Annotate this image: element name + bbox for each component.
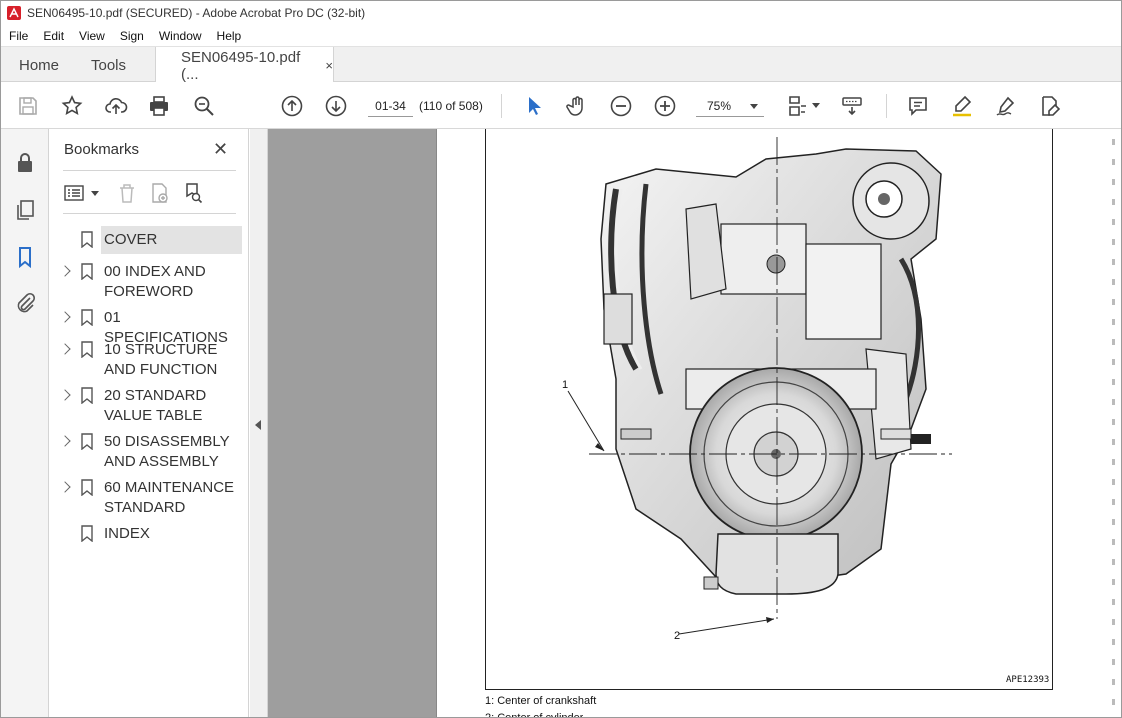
page-down-icon[interactable] xyxy=(323,93,349,119)
zoom-search-icon[interactable] xyxy=(191,93,217,119)
page-up-icon[interactable] xyxy=(279,93,305,119)
comment-icon[interactable] xyxy=(905,93,931,119)
tab-document[interactable]: SEN06495-10.pdf (... × xyxy=(155,47,334,84)
menu-help[interactable]: Help xyxy=(209,29,249,43)
hand-icon[interactable] xyxy=(564,93,590,119)
find-bookmark-icon[interactable] xyxy=(181,181,205,205)
menu-view[interactable]: View xyxy=(71,29,112,43)
bookmarks-panel: Bookmarks ✕ COVER 00 INDEX AND FOREWORD … xyxy=(49,129,249,717)
keyboard-scroll-icon[interactable] xyxy=(839,93,865,119)
menu-sign[interactable]: Sign xyxy=(112,29,151,43)
toolbar: 01-34 (110 of 508) 75% xyxy=(1,82,1121,129)
bookmark-options-icon[interactable] xyxy=(63,181,87,205)
figure-code: APE12393 xyxy=(1006,675,1050,685)
tab-home[interactable]: Home xyxy=(19,47,59,83)
chevron-down-icon xyxy=(750,104,758,109)
divider xyxy=(63,213,236,214)
bookmark-label: 10 STRUCTURE AND FUNCTION xyxy=(104,341,218,378)
zoom-out-icon[interactable] xyxy=(608,93,634,119)
bookmark-label: 50 DISASSEMBLY AND ASSEMBLY xyxy=(104,433,230,470)
tab-tools[interactable]: Tools xyxy=(91,47,126,83)
panel-splitter[interactable] xyxy=(250,129,268,717)
toolbar-separator xyxy=(886,94,887,118)
pages-icon[interactable] xyxy=(13,198,37,222)
collapse-panel-icon[interactable] xyxy=(255,420,261,430)
bookmark-icon xyxy=(81,309,93,326)
callout-1: 1 xyxy=(562,379,568,391)
menu-file[interactable]: File xyxy=(1,29,35,43)
bookmark-icon xyxy=(81,231,93,248)
select-cursor-icon[interactable] xyxy=(521,93,547,119)
edit-pdf-icon[interactable] xyxy=(1037,93,1063,119)
caption-cylinder: 2: Center of cylinder xyxy=(485,712,584,718)
page-fit-icon[interactable] xyxy=(784,93,810,119)
tab-bar: Home Tools SEN06495-10.pdf (... × xyxy=(1,46,1121,84)
bookmarks-icon[interactable] xyxy=(13,245,37,269)
callout-2: 2 xyxy=(674,630,680,642)
close-icon[interactable]: ✕ xyxy=(213,139,228,160)
bookmarks-title: Bookmarks xyxy=(64,141,140,158)
save-icon[interactable] xyxy=(15,93,41,119)
zoom-value: 75% xyxy=(707,98,732,113)
acrobat-icon xyxy=(7,6,21,20)
chevron-right-icon[interactable] xyxy=(59,343,71,355)
left-rail xyxy=(1,129,49,717)
page-count: (110 of 508) xyxy=(419,99,483,113)
chevron-right-icon[interactable] xyxy=(59,311,71,323)
bookmark-icon xyxy=(81,479,93,496)
vertical-scrollbar[interactable] xyxy=(1106,129,1121,717)
title-bar: SEN06495-10.pdf (SECURED) - Adobe Acroba… xyxy=(1,1,1121,25)
bookmark-label: COVER xyxy=(104,231,158,248)
chevron-right-icon[interactable] xyxy=(59,481,71,493)
menu-edit[interactable]: Edit xyxy=(35,29,71,43)
bookmark-icon xyxy=(81,525,93,542)
bookmark-icon xyxy=(81,263,93,280)
delete-bookmark-icon[interactable] xyxy=(115,181,139,205)
tab-document-label: SEN06495-10.pdf (... xyxy=(181,48,301,83)
acrobat-window: SEN06495-10.pdf (SECURED) - Adobe Acroba… xyxy=(0,0,1122,718)
sign-icon[interactable] xyxy=(993,93,1019,119)
chevron-down-icon[interactable] xyxy=(91,191,99,196)
attachment-icon[interactable] xyxy=(13,291,37,315)
engine-illustration: 1 2 xyxy=(562,137,952,642)
window-title: SEN06495-10.pdf (SECURED) - Adobe Acroba… xyxy=(27,6,366,20)
bookmark-icon xyxy=(81,433,93,450)
chevron-down-icon[interactable] xyxy=(812,103,820,108)
print-icon[interactable] xyxy=(146,93,172,119)
bookmark-label: 60 MAINTENANCE STANDARD xyxy=(104,479,235,516)
zoom-in-icon[interactable] xyxy=(652,93,678,119)
close-tab-icon[interactable]: × xyxy=(325,58,333,73)
divider xyxy=(63,170,236,171)
highlight-icon[interactable] xyxy=(949,93,975,119)
bookmark-icon xyxy=(81,341,93,358)
chevron-right-icon[interactable] xyxy=(59,389,71,401)
menu-window[interactable]: Window xyxy=(151,29,209,43)
bookmark-label: 20 STANDARD VALUE TABLE xyxy=(104,387,207,424)
chevron-right-icon[interactable] xyxy=(59,435,71,447)
lock-icon[interactable] xyxy=(13,151,37,175)
page-number-input[interactable]: 01-34 xyxy=(368,95,413,117)
menu-bar: File Edit View Sign Window Help xyxy=(1,25,1121,46)
bookmark-star-icon[interactable] xyxy=(59,93,85,119)
new-bookmark-icon[interactable] xyxy=(147,181,171,205)
tab-tools-label: Tools xyxy=(91,56,127,74)
scrollbar-track[interactable] xyxy=(1112,139,1115,709)
upload-icon[interactable] xyxy=(103,93,129,119)
zoom-select[interactable]: 75% xyxy=(696,95,764,117)
toolbar-separator xyxy=(501,94,502,118)
chevron-right-icon[interactable] xyxy=(59,265,71,277)
tab-home-label: Home xyxy=(19,56,60,74)
caption-crankshaft: 1: Center of crankshaft xyxy=(485,695,597,707)
bookmark-label: 00 INDEX AND FOREWORD xyxy=(104,263,206,300)
bookmark-label: INDEX xyxy=(104,525,150,542)
bookmark-icon xyxy=(81,387,93,404)
